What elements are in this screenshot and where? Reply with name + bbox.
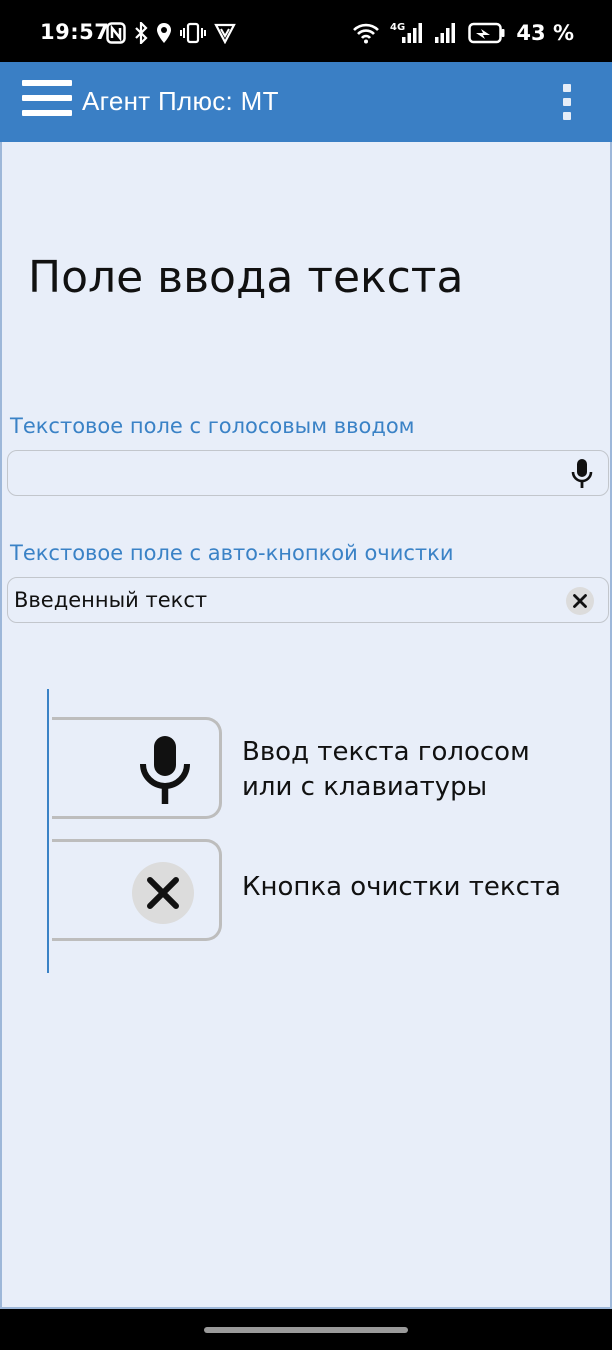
voice-field-label: Текстовое поле с голосовым вводом [10,414,415,438]
voice-text-field[interactable] [7,450,609,496]
location-icon [157,23,171,43]
app-bar: Агент Плюс: МТ [0,62,612,142]
app-title: Агент Плюс: МТ [82,86,279,116]
legend-voice-line1: Ввод текста голосом [242,737,530,767]
clear-text-field[interactable] [7,577,609,623]
microphone-icon [140,736,190,804]
status-bar: 19:57 4G 43 % [0,0,612,62]
close-x-icon [147,877,179,909]
gesture-handle[interactable] [204,1327,408,1333]
vibrate-icon [180,22,206,44]
more-vert-icon[interactable] [560,84,574,122]
status-time: 19:57 [40,20,110,44]
vpn-shield-icon [214,23,236,44]
voice-input[interactable] [14,451,554,495]
signal-icon [435,23,456,43]
clear-field-label: Текстовое поле с авто-кнопкой очистки [10,541,454,565]
page-title: Поле ввода текста [28,252,464,303]
legend-voice-line2: или с клавиатуры [242,772,488,802]
wifi-icon [353,23,380,44]
clear-icon[interactable] [566,587,594,615]
hamburger-menu-icon[interactable] [22,80,72,124]
status-right-icons: 4G 43 % [352,20,574,46]
legend-divider [47,689,49,973]
legend-voice-text: Ввод текста голосом или с клавиатуры [242,735,530,805]
clear-icon [132,862,194,924]
status-left-icons [106,20,236,46]
microphone-icon[interactable] [570,458,594,490]
network-type-label: 4G [390,22,405,33]
close-x-icon [573,594,587,608]
legend-clear-text: Кнопка очистки текста [242,872,561,902]
signal-4g-icon: 4G [390,22,423,43]
legend-mic-tile [52,717,222,819]
bluetooth-icon [135,22,148,44]
system-nav-bar [0,1311,612,1350]
battery-percent: 43 % [516,21,574,45]
page-content: Поле ввода текста Текстовое поле с голос… [0,142,612,1309]
legend-clear-tile [52,839,222,941]
clear-input[interactable] [14,578,554,622]
nfc-icon [106,22,126,44]
battery-charging-icon [468,22,505,44]
